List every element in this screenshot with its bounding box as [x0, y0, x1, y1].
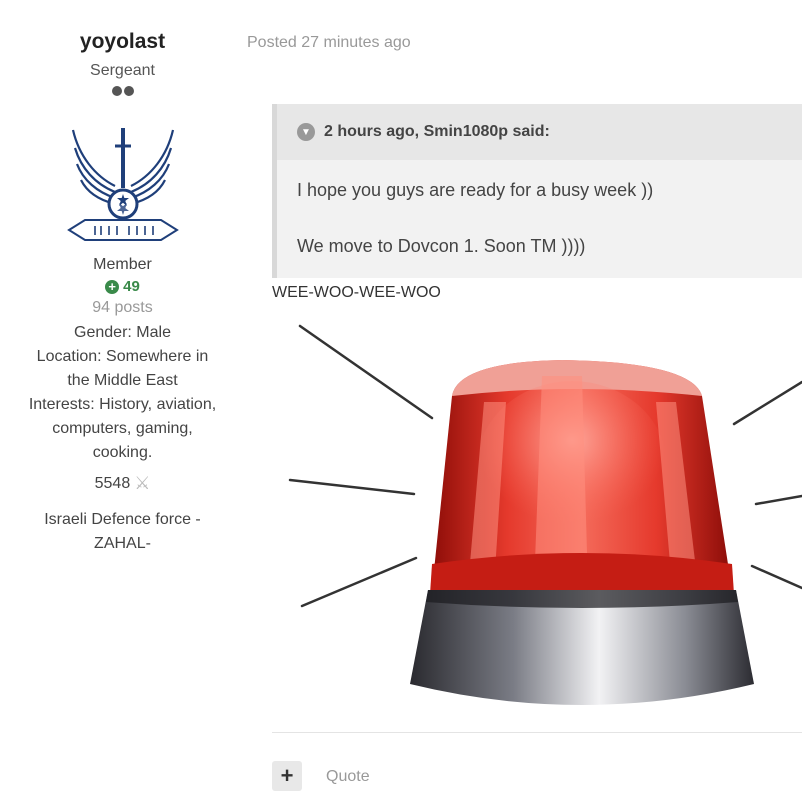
crossed-swords-icon: ⚔ — [134, 473, 151, 493]
rank-pips — [20, 86, 225, 100]
reputation-value: 49 — [123, 278, 140, 295]
quote-citation: 2 hours ago, Smin1080p said: — [324, 123, 550, 140]
rank-pip-icon — [123, 86, 134, 96]
plus-icon: + — [280, 763, 294, 788]
reputation-plus-icon: + — [105, 279, 120, 294]
siren-image — [288, 324, 802, 705]
quote-line: I hope you guys are ready for a busy wee… — [297, 180, 654, 200]
author-rank: Sergeant — [90, 62, 155, 79]
points-value: 5548 — [94, 474, 131, 492]
post-timestamp[interactable]: Posted 27 minutes ago — [247, 34, 411, 52]
quote-body: I hope you guys are ready for a busy wee… — [277, 160, 802, 260]
author-interests-line3: cooking. — [92, 444, 153, 461]
author-interests-line2: computers, gaming, — [52, 420, 193, 437]
air-force-emblem[interactable] — [65, 126, 181, 242]
author-unit-line1: Israeli Defence force - — [44, 511, 201, 528]
author-unit-line2: ZAHAL- — [94, 535, 151, 552]
author-reputation: + 49 — [20, 278, 225, 295]
chevron-down-icon[interactable]: ▼ — [297, 123, 315, 141]
multiquote-plus-button[interactable]: + — [272, 761, 302, 791]
author-username[interactable]: yoyolast — [20, 30, 225, 54]
quote-header[interactable]: ▼ 2 hours ago, Smin1080p said: — [277, 104, 802, 160]
quote-button[interactable]: Quote — [326, 768, 370, 786]
author-panel: yoyolast Sergeant Member + 49 94 posts G… — [20, 0, 225, 556]
author-location-line2: the Middle East — [67, 372, 178, 389]
quote-block: ▼ 2 hours ago, Smin1080p said: I hope yo… — [272, 104, 802, 278]
author-group: Member — [93, 256, 152, 273]
author-location-line1: Location: Somewhere in — [36, 348, 209, 365]
post-text: WEE-WOO-WEE-WOO — [272, 284, 441, 301]
post-divider — [272, 732, 802, 733]
quote-line: We move to Dovcon 1. Soon TM )))) — [297, 236, 586, 256]
author-interests-line1: Interests: History, aviation, — [28, 396, 217, 413]
rank-pip-icon — [111, 86, 122, 96]
author-gender: Gender: Male — [74, 324, 171, 341]
author-points: 5548 ⚔ — [20, 473, 225, 494]
author-post-count: 94 posts — [92, 299, 153, 316]
